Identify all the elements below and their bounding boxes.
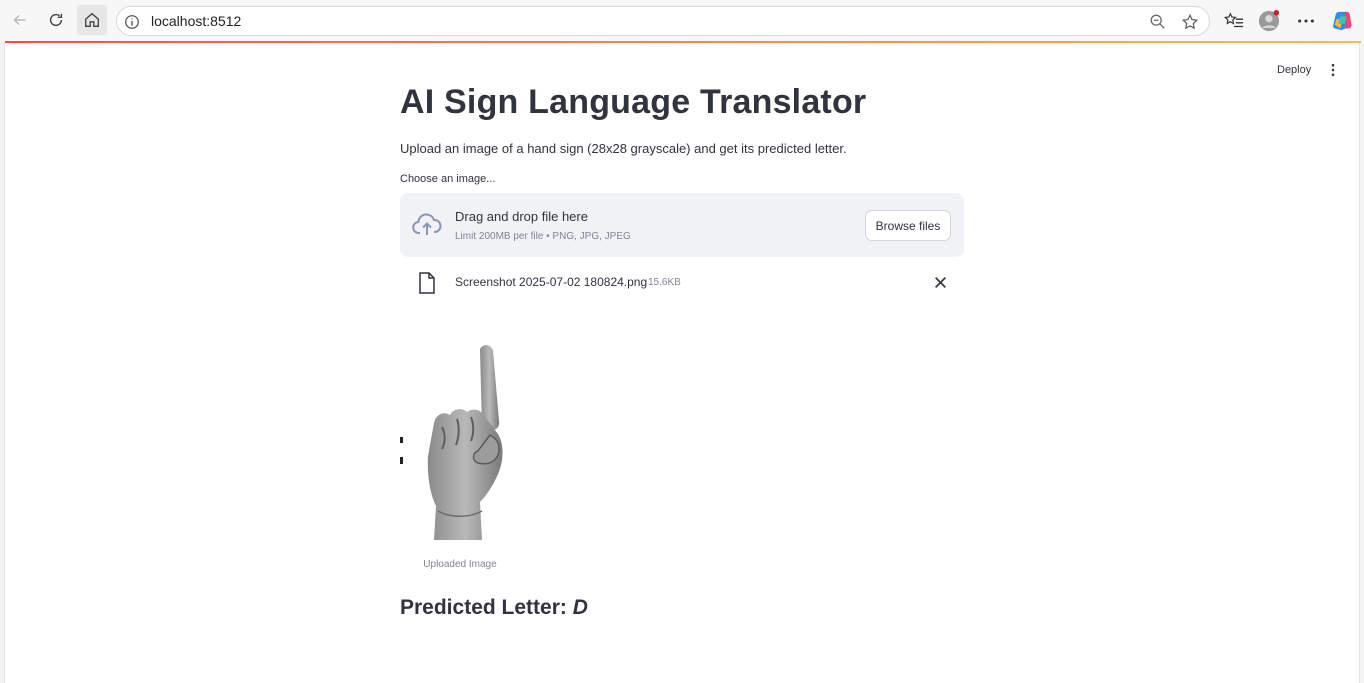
reload-button[interactable] [41, 5, 71, 35]
hand-sign-image [400, 331, 520, 549]
favorites-icon [1224, 12, 1244, 28]
vertical-dots-icon [1331, 63, 1335, 77]
main-menu-button[interactable] [1323, 60, 1343, 80]
home-button[interactable] [77, 5, 107, 35]
more-options-button[interactable] [1295, 10, 1317, 32]
remove-file-button[interactable] [932, 274, 948, 290]
address-bar[interactable]: localhost:8512 [116, 6, 1210, 36]
app-header-decoration [5, 41, 1361, 43]
close-icon [934, 276, 946, 288]
page-description: Upload an image of a hand sign (28x28 gr… [400, 141, 847, 156]
copilot-icon [1333, 11, 1352, 31]
page-title: AI Sign Language Translator [400, 83, 867, 121]
star-icon[interactable] [1181, 13, 1199, 31]
prediction-heading: Predicted Letter: D [400, 596, 588, 620]
reload-icon [49, 13, 63, 27]
prediction-prefix: Predicted Letter: [400, 596, 573, 619]
uploaded-file-row: Screenshot 2025-07-02 180824.png 15.6KB [400, 267, 964, 297]
app-page: Deploy AI Sign Language Translator Uploa… [4, 41, 1361, 683]
zoom-out-icon[interactable] [1149, 13, 1167, 31]
home-icon [85, 12, 99, 27]
browse-files-button[interactable]: Browse files [865, 210, 951, 241]
copilot-button[interactable] [1332, 10, 1354, 32]
profile-button[interactable] [1258, 10, 1280, 32]
url-text[interactable]: localhost:8512 [151, 13, 241, 29]
file-icon [419, 272, 435, 294]
profile-avatar-icon [1258, 10, 1280, 32]
predicted-letter: D [572, 596, 588, 619]
info-icon[interactable] [123, 13, 141, 31]
uploaded-file-name: Screenshot 2025-07-02 180824.png [455, 275, 648, 289]
browser-toolbar: localhost:8512 [0, 0, 1364, 41]
more-options-icon [1298, 19, 1314, 23]
image-caption: Uploaded Image [423, 559, 497, 570]
back-arrow-icon [13, 14, 26, 26]
file-dropzone[interactable]: Drag and drop file here Limit 200MB per … [400, 193, 964, 257]
dropzone-title: Drag and drop file here [455, 209, 588, 224]
uploaded-image [400, 331, 520, 549]
deploy-button[interactable]: Deploy [1271, 60, 1317, 80]
file-uploader-label: Choose an image... [400, 173, 496, 185]
uploaded-file-size: 15.6KB [648, 277, 681, 288]
cloud-upload-icon [412, 213, 442, 235]
back-button[interactable] [5, 5, 35, 35]
dropzone-limit: Limit 200MB per file • PNG, JPG, JPEG [455, 231, 631, 242]
favorites-button[interactable] [1223, 10, 1245, 32]
